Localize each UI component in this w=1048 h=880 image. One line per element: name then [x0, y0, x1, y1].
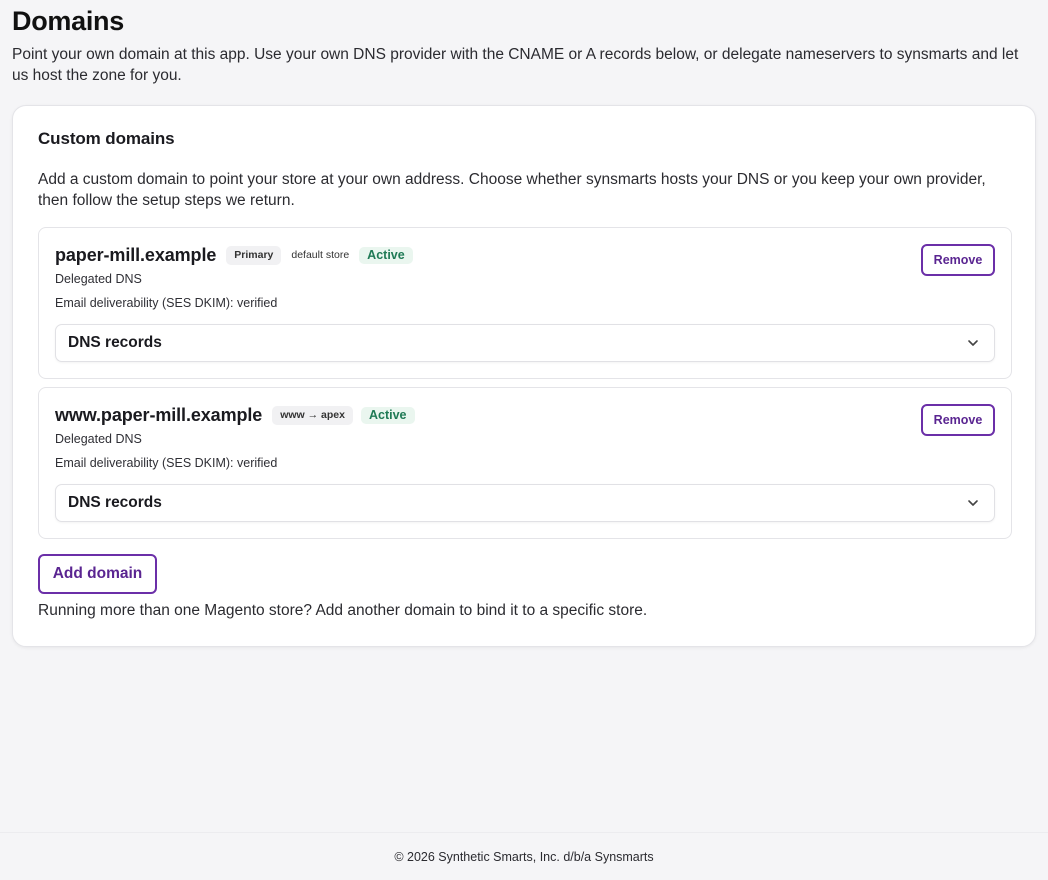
- page-title: Domains: [12, 6, 124, 36]
- remove-button[interactable]: Remove: [921, 404, 995, 436]
- footer: © 2026 Synthetic Smarts, Inc. d/b/a Syns…: [0, 832, 1048, 880]
- dns-records-label: DNS records: [68, 494, 162, 511]
- dns-mode: Delegated DNS: [55, 432, 142, 446]
- add-domain-button[interactable]: Add domain: [38, 554, 157, 594]
- remove-button[interactable]: Remove: [921, 244, 995, 276]
- domain-item: www.paper-mill.example www → apex Active…: [38, 387, 1012, 539]
- card-title: Custom domains: [38, 129, 175, 148]
- chevron-down-icon: [968, 340, 978, 346]
- redirect-badge: www → apex: [272, 406, 353, 425]
- multi-store-hint: Running more than one Magento store? Add…: [38, 602, 648, 619]
- domain-header: paper-mill.example Primary default store…: [55, 245, 413, 266]
- domain-item: paper-mill.example Primary default store…: [38, 227, 1012, 379]
- primary-badge: Primary: [226, 246, 282, 265]
- domains-page: Domains Point your own domain at this ap…: [0, 0, 1048, 880]
- chevron-down-icon: [968, 500, 978, 506]
- status-badge: Active: [360, 407, 415, 424]
- custom-domains-card: Custom domains Add a custom domain to po…: [12, 105, 1036, 647]
- dns-records-label: DNS records: [68, 334, 162, 351]
- dns-records-accordion[interactable]: DNS records: [55, 324, 995, 362]
- default-store-badge: default store: [291, 249, 350, 261]
- copyright-text: © 2026 Synthetic Smarts, Inc. d/b/a Syns…: [394, 849, 654, 864]
- domain-name: paper-mill.example: [55, 245, 217, 265]
- email-deliverability: Email deliverability (SES DKIM): verifie…: [55, 456, 278, 470]
- email-deliverability: Email deliverability (SES DKIM): verifie…: [55, 296, 278, 310]
- dns-records-accordion[interactable]: DNS records: [55, 484, 995, 522]
- domain-header: www.paper-mill.example www → apex Active: [55, 405, 415, 426]
- status-badge: Active: [359, 247, 413, 264]
- page-header: Domains Point your own domain at this ap…: [12, 6, 1036, 86]
- card-description: Add a custom domain to point your store …: [38, 171, 986, 209]
- dns-mode: Delegated DNS: [55, 272, 142, 286]
- page-subtitle: Point your own domain at this app. Use y…: [12, 46, 1019, 84]
- domain-name: www.paper-mill.example: [55, 405, 263, 425]
